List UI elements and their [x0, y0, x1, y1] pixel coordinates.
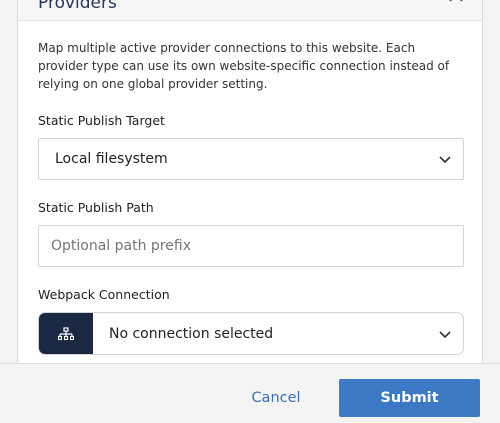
panel-title: Providers	[38, 0, 117, 13]
static-publish-path-label: Static Publish Path	[38, 200, 154, 215]
static-publish-target-label: Static Publish Target	[38, 113, 165, 128]
panel-description: Map multiple active provider connections…	[38, 41, 450, 91]
static-publish-target-select[interactable]: Local filesystem	[38, 138, 464, 180]
webpack-connection-label: Webpack Connection	[38, 287, 170, 302]
static-publish-path-input[interactable]	[51, 238, 431, 254]
sitemap-icon	[58, 327, 74, 341]
chevron-down-icon	[439, 331, 451, 339]
modal-footer: Cancel Submit	[0, 363, 500, 423]
cancel-button[interactable]: Cancel	[236, 379, 316, 417]
webpack-connection-value: No connection selected	[109, 326, 274, 342]
chevron-up-icon[interactable]	[448, 0, 464, 3]
static-publish-target-value: Local filesystem	[55, 151, 168, 167]
connection-icon-box	[39, 313, 93, 354]
static-publish-path-field[interactable]	[38, 225, 464, 267]
providers-panel: Providers Map multiple active provider c…	[17, 0, 483, 363]
submit-button[interactable]: Submit	[339, 379, 480, 417]
chevron-down-icon	[439, 156, 451, 164]
webpack-connection-select[interactable]: No connection selected	[38, 312, 464, 355]
panel-header[interactable]: Providers	[18, 0, 482, 21]
